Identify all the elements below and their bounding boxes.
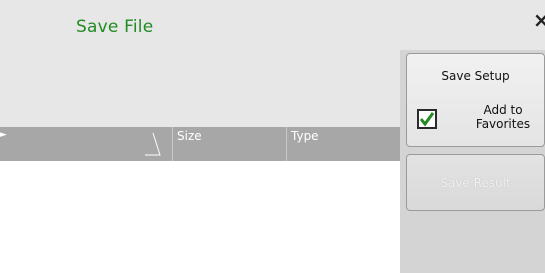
column-header-size[interactable]: Size [177, 129, 202, 143]
close-icon[interactable]: × [533, 10, 545, 30]
column-separator [172, 127, 173, 161]
file-list-header: ► Size Type [0, 127, 400, 161]
save-setup-label: Save Setup [441, 69, 510, 83]
add-to-favorites-line2: Favorites [475, 117, 531, 131]
dialog-title: Save File [76, 17, 154, 37]
checkmark-icon [419, 112, 435, 127]
save-result-button[interactable]: Save Result [406, 154, 545, 211]
add-to-favorites-checkbox[interactable] [417, 109, 437, 129]
file-list[interactable]: ► Size Type [0, 127, 400, 273]
save-result-label: Save Result [440, 176, 511, 190]
add-to-favorites-label: Add to Favorites [463, 103, 543, 131]
save-setup-button[interactable]: Save Setup Add to Favorites [406, 53, 545, 147]
column-separator [286, 127, 287, 161]
column-resize-icon: ► [0, 130, 7, 140]
add-to-favorites-line1: Add to [483, 103, 523, 117]
sort-indicator-icon[interactable] [143, 131, 163, 160]
column-header-type[interactable]: Type [291, 129, 319, 143]
